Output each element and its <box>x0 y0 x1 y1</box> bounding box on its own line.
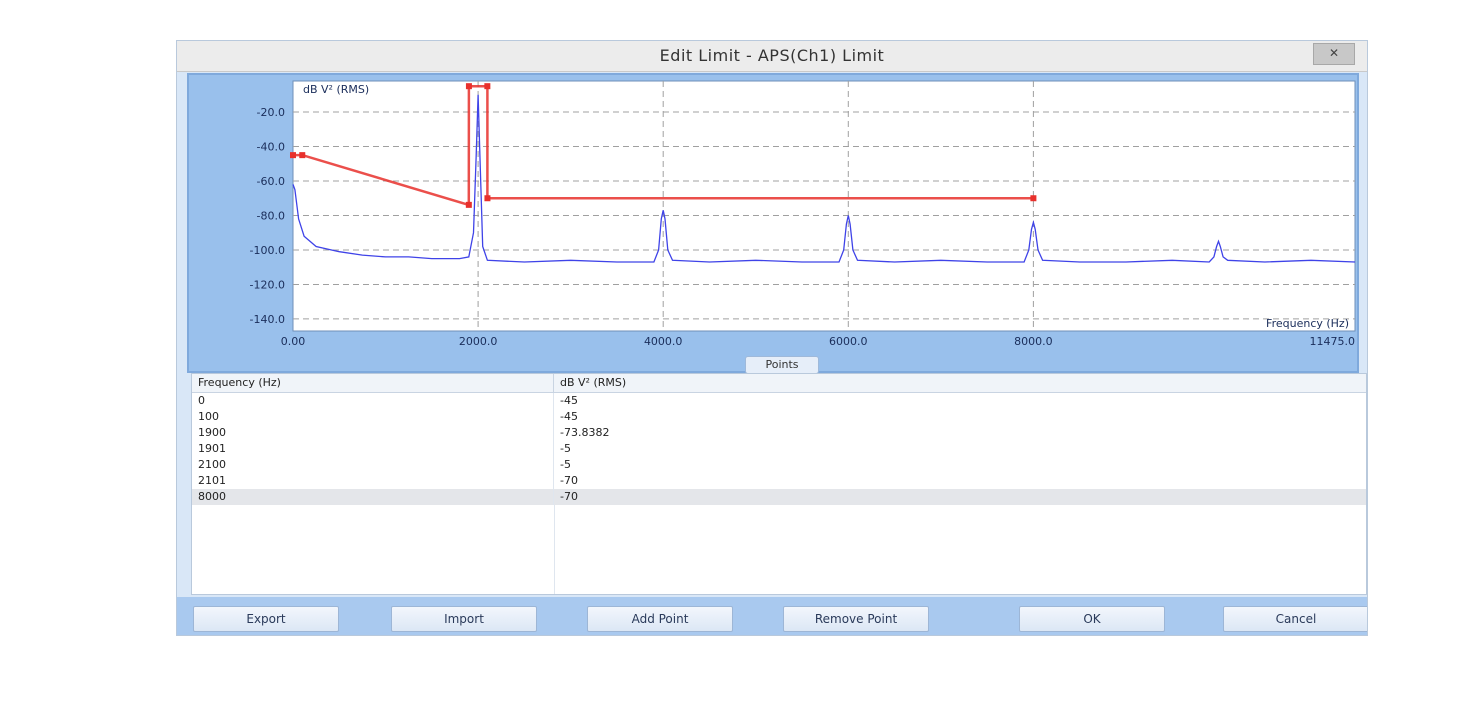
limit-point-handle[interactable] <box>484 83 491 90</box>
window-title: Edit Limit - APS(Ch1) Limit <box>659 46 885 65</box>
table-row[interactable]: 8000 -70 <box>192 489 1366 505</box>
add-point-button[interactable]: Add Point <box>587 606 733 632</box>
empty-column-2 <box>555 505 1366 594</box>
cancel-button[interactable]: Cancel <box>1223 606 1367 632</box>
table-row[interactable]: 100 -45 <box>192 409 1366 425</box>
x-tick-label: 0.00 <box>281 335 306 348</box>
table-empty-area <box>192 505 1366 594</box>
export-button[interactable]: Export <box>193 606 339 632</box>
frequency-cell[interactable]: 1901 <box>192 441 554 457</box>
table-header: Frequency (Hz) dB V² (RMS) <box>192 374 1366 393</box>
plot-area[interactable] <box>292 80 1356 332</box>
y-tick-label: -120.0 <box>250 278 285 291</box>
level-cell[interactable]: -45 <box>554 409 1366 425</box>
y-tick-label: -140.0 <box>250 313 285 326</box>
spectrum-chart[interactable]: -20.0 -40.0 -60.0 -80.0 -100.0 -120.0 -140.0 0.… <box>189 75 1357 371</box>
y-tick-label: -60.0 <box>257 175 285 188</box>
table-row[interactable]: 0 -45 <box>192 393 1366 409</box>
x-axis-title: Frequency (Hz) <box>1266 317 1349 330</box>
frequency-cell[interactable]: 0 <box>192 393 554 409</box>
y-axis-title: dB V² (RMS) <box>303 83 369 96</box>
x-tick-label: 2000.0 <box>459 335 498 348</box>
x-tick-label: 11475.0 <box>1310 335 1356 348</box>
level-cell[interactable]: -5 <box>554 457 1366 473</box>
limit-point-handle[interactable] <box>290 152 296 159</box>
table-body: 0 -45 100 -45 1900 -73.8382 1901 -5 2100 -5 2101 -7… <box>192 393 1366 505</box>
close-button[interactable]: ✕ <box>1313 43 1355 65</box>
y-tick-label: -100.0 <box>250 244 285 257</box>
frequency-cell[interactable]: 8000 <box>192 489 554 505</box>
limit-point-handle[interactable] <box>299 152 306 159</box>
x-tick-label: 6000.0 <box>829 335 868 348</box>
import-button[interactable]: Import <box>391 606 537 632</box>
button-bar: Export Import Add Point Remove Point OK … <box>177 597 1367 635</box>
y-tick-label: -20.0 <box>257 106 285 119</box>
table-row[interactable]: 1900 -73.8382 <box>192 425 1366 441</box>
level-cell[interactable]: -45 <box>554 393 1366 409</box>
points-table: Frequency (Hz) dB V² (RMS) 0 -45 100 -45 190… <box>191 373 1367 595</box>
frequency-cell[interactable]: 2101 <box>192 473 554 489</box>
limit-point-handle[interactable] <box>465 201 472 208</box>
limit-point-handle[interactable] <box>484 195 491 202</box>
level-cell[interactable]: -73.8382 <box>554 425 1366 441</box>
frequency-cell[interactable]: 2100 <box>192 457 554 473</box>
chart-panel: -20.0 -40.0 -60.0 -80.0 -100.0 -120.0 -140.0 0.… <box>187 73 1359 373</box>
table-row[interactable]: 1901 -5 <box>192 441 1366 457</box>
limit-point-handle[interactable] <box>465 83 472 90</box>
frequency-cell[interactable]: 1900 <box>192 425 554 441</box>
level-cell[interactable]: -70 <box>554 473 1366 489</box>
level-cell[interactable]: -70 <box>554 489 1366 505</box>
table-row[interactable]: 2101 -70 <box>192 473 1366 489</box>
x-tick-label: 4000.0 <box>644 335 683 348</box>
frequency-cell[interactable]: 100 <box>192 409 554 425</box>
x-tick-label: 8000.0 <box>1014 335 1052 348</box>
column-header-frequency[interactable]: Frequency (Hz) <box>192 374 554 392</box>
column-header-level[interactable]: dB V² (RMS) <box>554 374 1366 392</box>
y-tick-label: -40.0 <box>257 141 285 154</box>
y-tick-label: -80.0 <box>257 209 285 222</box>
empty-column-1 <box>192 505 555 594</box>
table-row[interactable]: 2100 -5 <box>192 457 1366 473</box>
ok-button[interactable]: OK <box>1019 606 1165 632</box>
points-splitter-tab[interactable]: Points <box>745 356 819 374</box>
edit-limit-window: Edit Limit - APS(Ch1) Limit ✕ -20.0 -40.0… <box>176 40 1368 636</box>
level-cell[interactable]: -5 <box>554 441 1366 457</box>
title-bar[interactable]: Edit Limit - APS(Ch1) Limit ✕ <box>177 41 1367 72</box>
limit-point-handle[interactable] <box>1030 195 1037 202</box>
remove-point-button[interactable]: Remove Point <box>783 606 929 632</box>
